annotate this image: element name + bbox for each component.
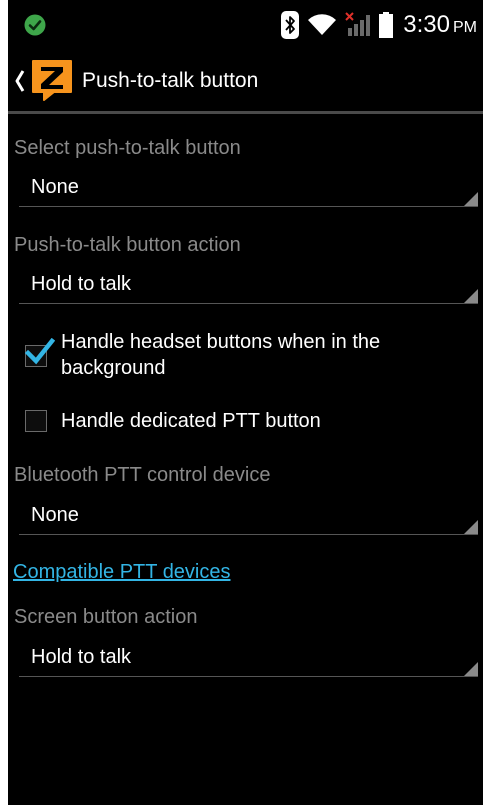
cellular-no-signal-icon <box>345 12 371 36</box>
clock-ampm: PM <box>453 19 477 36</box>
screen-button-action-label: Screen button action <box>14 606 198 628</box>
spinner-arrow-icon <box>464 192 478 206</box>
headset-buttons-checkbox[interactable] <box>25 338 55 367</box>
clock: 3:30 PM <box>403 11 477 39</box>
dedicated-ptt-label: Handle dedicated PTT button <box>61 410 321 432</box>
back-chevron-icon[interactable] <box>13 68 27 94</box>
bluetooth-device-label: Bluetooth PTT control device <box>14 464 271 486</box>
spinner-arrow-icon <box>464 289 478 303</box>
app-screen: 3:30 PM Push-to-talk button Select push-t… <box>8 0 483 805</box>
headset-buttons-row[interactable]: Handle headset buttons when in the backg… <box>8 329 483 381</box>
headset-buttons-label: Handle headset buttons when in the backg… <box>61 331 381 379</box>
bluetooth-icon <box>281 11 300 39</box>
check-circle-icon <box>24 14 46 36</box>
bluetooth-device-spinner[interactable]: None <box>19 495 478 535</box>
select-ptt-button-label: Select push-to-talk button <box>14 137 241 159</box>
spinner-underline <box>19 206 478 207</box>
action-bar-divider <box>8 111 483 114</box>
spinner-underline <box>19 676 478 677</box>
ptt-button-action-spinner[interactable]: Hold to talk <box>19 264 478 304</box>
checkmark-icon <box>25 338 55 365</box>
spinner-arrow-icon <box>464 520 478 534</box>
spinner-underline <box>19 534 478 535</box>
dedicated-ptt-checkbox[interactable] <box>25 410 47 432</box>
screen-button-action-value: Hold to talk <box>31 646 132 668</box>
page-title: Push-to-talk button <box>82 69 259 92</box>
ptt-button-action-label: Push-to-talk button action <box>14 234 241 256</box>
wifi-icon <box>308 14 337 36</box>
action-bar[interactable]: Push-to-talk button <box>8 50 483 114</box>
bluetooth-device-value: None <box>31 504 79 526</box>
status-icons: 3:30 PM <box>281 9 477 41</box>
app-logo-icon[interactable] <box>30 58 74 102</box>
battery-icon <box>379 12 394 38</box>
dedicated-ptt-row[interactable]: Handle dedicated PTT button <box>8 407 483 437</box>
spinner-underline <box>19 303 478 304</box>
status-bar: 3:30 PM <box>8 0 483 50</box>
compatible-ptt-devices-link[interactable]: Compatible PTT devices <box>13 560 231 584</box>
clock-time: 3:30 <box>403 11 450 38</box>
select-ptt-button-value: None <box>31 176 79 198</box>
spinner-arrow-icon <box>464 662 478 676</box>
ptt-button-action-value: Hold to talk <box>31 273 132 295</box>
screen-button-action-spinner[interactable]: Hold to talk <box>19 637 478 677</box>
select-ptt-button-spinner[interactable]: None <box>19 167 478 207</box>
